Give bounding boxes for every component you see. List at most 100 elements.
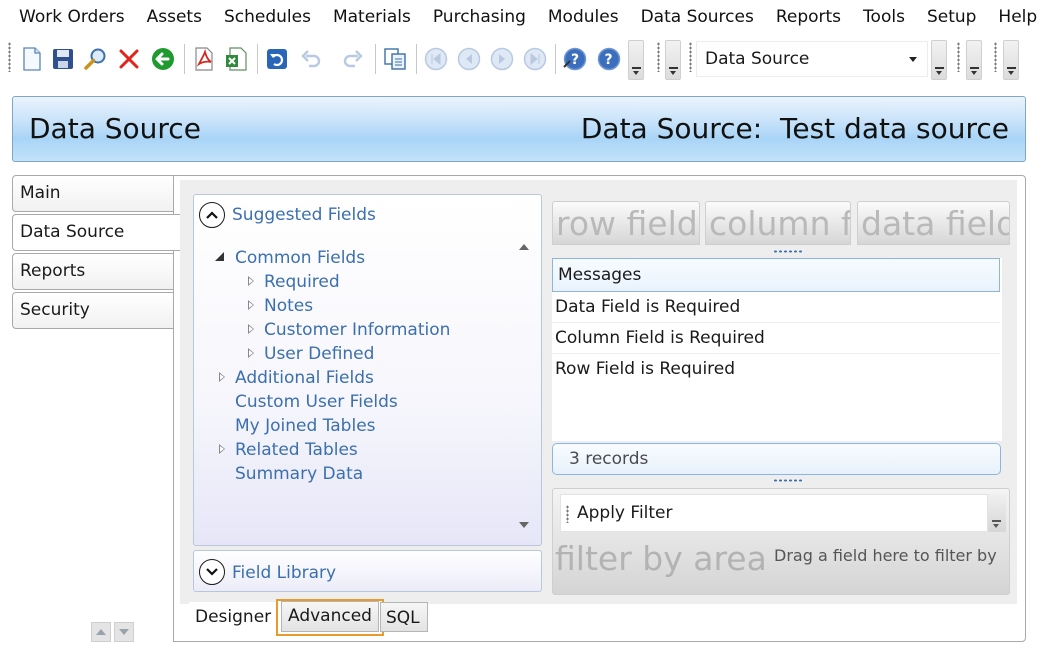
tree-item-my-joined-tables[interactable]: My Joined Tables	[235, 416, 376, 436]
tree-item-custom-user-fields[interactable]: Custom User Fields	[235, 392, 398, 412]
field-library-title[interactable]: Field Library	[232, 563, 336, 583]
data-field-drop-area[interactable]: data field	[857, 201, 1010, 245]
tree-item-customer-information[interactable]: Customer Information	[264, 320, 450, 340]
previous-record-icon[interactable]	[456, 46, 482, 72]
record-count-bar: 3 records	[552, 443, 1001, 475]
message-row[interactable]: Row Field is Required	[552, 354, 1000, 385]
toolbar-separator	[375, 44, 376, 74]
toolbar-grip[interactable]	[657, 42, 660, 72]
menu-schedules[interactable]: Schedules	[213, 0, 322, 34]
new-document-icon[interactable]	[19, 46, 45, 72]
collapsed-arrow-icon[interactable]	[248, 276, 254, 286]
nav-tab-reports[interactable]: Reports	[12, 253, 174, 290]
menu-materials[interactable]: Materials	[322, 0, 422, 34]
tree-item-summary-data[interactable]: Summary Data	[235, 464, 363, 484]
context-help-icon[interactable]: ?	[562, 46, 588, 72]
copy-icon[interactable]	[382, 46, 408, 72]
delete-icon[interactable]	[116, 46, 142, 72]
tab-advanced-label: Advanced	[281, 601, 379, 632]
menu-assets[interactable]: Assets	[136, 0, 213, 34]
tree-item-user-defined[interactable]: User Defined	[264, 344, 374, 364]
chevron-down-icon	[1007, 67, 1016, 75]
toolbar-grip[interactable]	[957, 42, 960, 72]
first-record-icon[interactable]	[423, 46, 449, 72]
go-arrow-icon[interactable]	[150, 46, 176, 72]
data-source-combo[interactable]: Data Source	[696, 41, 928, 77]
toolbar-grip[interactable]	[8, 42, 11, 72]
filter-drop-area[interactable]: Apply Filter filter by area Drag a field…	[552, 488, 1010, 595]
toolbar-grip[interactable]	[566, 505, 569, 523]
nav-tab-data-source-editor[interactable]: Data Source Editor	[12, 214, 180, 277]
menu-data-sources[interactable]: Data Sources	[630, 0, 765, 34]
dropdown-arrow-icon	[909, 57, 917, 62]
redo-icon[interactable]	[340, 46, 366, 72]
row-field-drop-area[interactable]: row field	[552, 201, 700, 245]
search-icon[interactable]	[83, 46, 109, 72]
menu-help[interactable]: Help	[987, 0, 1037, 34]
scroll-down-button[interactable]	[114, 622, 134, 642]
svg-text:?: ?	[605, 52, 613, 68]
message-row[interactable]: Data Field is Required	[552, 292, 1000, 323]
filter-area-placeholder: filter by area	[555, 539, 767, 578]
suggested-fields-title[interactable]: Suggested Fields	[232, 205, 376, 225]
nav-scroll-arrows	[91, 622, 134, 642]
collapsed-arrow-icon[interactable]	[248, 348, 254, 358]
data-field-placeholder: data field	[861, 204, 1010, 243]
pdf-export-icon[interactable]	[191, 46, 217, 72]
toolbar-grip[interactable]	[689, 42, 692, 72]
chevron-down-icon	[935, 67, 944, 75]
help-icon[interactable]: ?	[596, 46, 622, 72]
toolbar-overflow-button[interactable]	[665, 40, 681, 80]
refresh-icon[interactable]	[264, 46, 290, 72]
toolbar-overflow-button[interactable]	[628, 40, 644, 80]
expand-down-icon[interactable]	[199, 559, 225, 585]
menu-purchasing[interactable]: Purchasing	[422, 0, 537, 34]
last-record-icon[interactable]	[522, 46, 548, 72]
record-title: Data Source: Test data source	[580, 112, 1009, 145]
toolbar-overflow-button[interactable]	[931, 40, 947, 80]
menu-reports[interactable]: Reports	[765, 0, 852, 34]
message-row[interactable]: Column Field is Required	[552, 323, 1000, 354]
menu-tools[interactable]: Tools	[852, 0, 916, 34]
toolbar-overflow-button[interactable]	[966, 40, 982, 80]
collapse-up-icon[interactable]	[199, 202, 225, 228]
tree-item-related-tables[interactable]: Related Tables	[235, 440, 358, 460]
menu-modules[interactable]: Modules	[537, 0, 630, 34]
collapsed-arrow-icon[interactable]	[219, 372, 225, 382]
expanded-arrow-icon[interactable]	[215, 252, 224, 261]
toolbar-grip[interactable]	[994, 42, 997, 72]
collapsed-arrow-icon[interactable]	[248, 324, 254, 334]
save-icon[interactable]	[50, 46, 76, 72]
collapsed-arrow-icon[interactable]	[248, 300, 254, 310]
collapsed-arrow-icon[interactable]	[219, 444, 225, 454]
splitter-handle[interactable]	[773, 479, 803, 482]
undo-icon[interactable]	[298, 46, 324, 72]
chevron-down-icon	[992, 520, 1001, 528]
toolbar-overflow-button[interactable]	[1003, 40, 1019, 80]
scroll-up-arrow-icon[interactable]	[519, 244, 529, 250]
messages-header[interactable]: Messages	[552, 258, 1000, 292]
row-field-placeholder: row field	[556, 204, 698, 243]
chevron-down-icon	[970, 67, 979, 75]
tab-designer[interactable]: Designer	[189, 602, 278, 632]
nav-tab-security[interactable]: Security	[12, 292, 174, 329]
tab-sql[interactable]: SQL	[380, 602, 428, 632]
next-record-icon[interactable]	[489, 46, 515, 72]
tree-item-common-fields[interactable]: Common Fields	[235, 248, 365, 268]
tab-advanced[interactable]: Advanced	[276, 599, 384, 636]
menu-work-orders[interactable]: Work Orders	[8, 0, 136, 34]
column-field-drop-area[interactable]: column field	[705, 201, 851, 245]
messages-empty-area	[552, 384, 1002, 441]
toolbar-overflow-button[interactable]	[988, 494, 1006, 532]
splitter-handle[interactable]	[773, 250, 803, 253]
nav-tab-main[interactable]: Main	[12, 175, 174, 212]
apply-filter-button[interactable]: Apply Filter	[577, 503, 673, 523]
excel-export-icon[interactable]	[224, 46, 250, 72]
scroll-down-arrow-icon[interactable]	[519, 522, 529, 528]
scroll-up-button[interactable]	[91, 622, 111, 642]
menu-setup[interactable]: Setup	[916, 0, 987, 34]
tree-scrollbar[interactable]	[510, 236, 540, 542]
tree-item-notes[interactable]: Notes	[264, 296, 313, 316]
tree-item-additional-fields[interactable]: Additional Fields	[235, 368, 374, 388]
tree-item-required[interactable]: Required	[264, 272, 340, 292]
